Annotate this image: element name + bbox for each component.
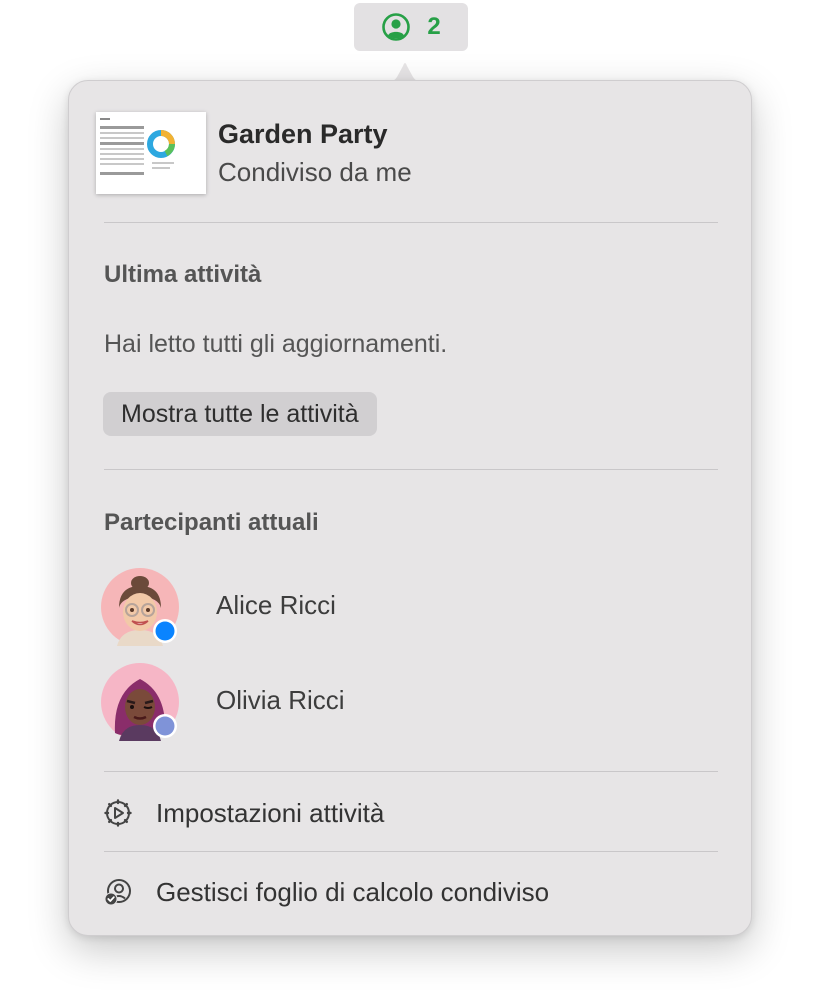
- divider: [104, 469, 718, 470]
- divider: [104, 851, 718, 852]
- participant-row[interactable]: Olivia Ricci: [101, 663, 701, 745]
- participant-count: 2: [427, 13, 441, 40]
- document-subtitle: Condiviso da me: [218, 157, 412, 187]
- activity-settings-menu-item[interactable]: Impostazioni attività: [104, 788, 718, 838]
- participant-name: Alice Ricci: [216, 590, 336, 620]
- activity-status: Hai letto tutti gli aggiornamenti.: [104, 330, 448, 358]
- offline-status-dot: [155, 716, 175, 736]
- activity-settings-label: Impostazioni attività: [156, 797, 385, 828]
- collaboration-popover: Garden Party Condiviso da me Ultima atti…: [68, 80, 752, 936]
- participant-row[interactable]: Alice Ricci: [101, 568, 701, 650]
- document-thumbnail: [96, 112, 206, 194]
- avatar: [101, 663, 179, 741]
- manage-shared-icon: [104, 878, 132, 906]
- person-circle-icon: [381, 12, 411, 42]
- divider: [104, 222, 718, 223]
- activity-heading: Ultima attività: [104, 261, 262, 288]
- participants-heading: Partecipanti attuali: [104, 509, 319, 536]
- participant-name: Olivia Ricci: [216, 685, 345, 715]
- document-title: Garden Party: [218, 119, 388, 149]
- gear-icon: [104, 799, 132, 827]
- divider: [104, 771, 718, 772]
- collaborate-button[interactable]: 2: [354, 3, 468, 51]
- manage-shared-label: Gestisci foglio di calcolo condiviso: [156, 876, 550, 907]
- manage-shared-spreadsheet-menu-item[interactable]: Gestisci foglio di calcolo condiviso: [104, 867, 718, 917]
- online-status-dot: [155, 621, 175, 641]
- avatar: [101, 568, 179, 646]
- show-all-activity-button[interactable]: Mostra tutte le attività: [103, 392, 377, 436]
